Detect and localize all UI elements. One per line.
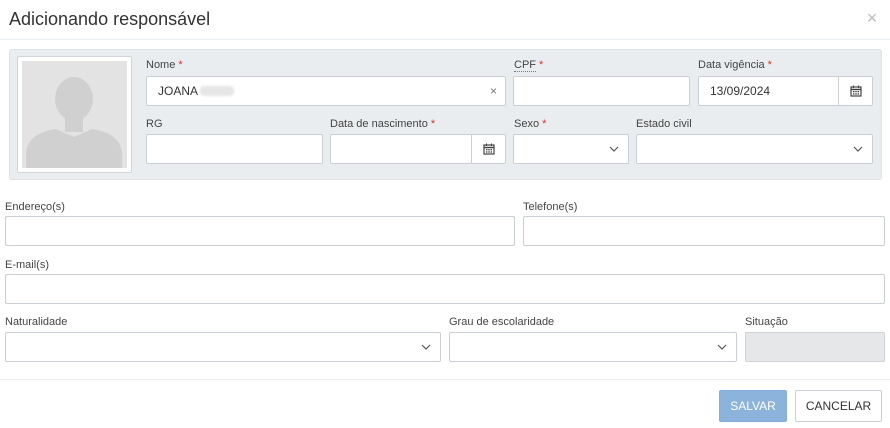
email-label: E-mail(s) <box>5 259 49 271</box>
naturalidade-label: Naturalidade <box>5 316 68 328</box>
footer-divider <box>0 379 890 380</box>
data-vigencia-value: 13/09/2024 <box>710 84 771 98</box>
required-marker: * <box>178 59 183 71</box>
estado-civil-label: Estado civil <box>636 118 692 130</box>
required-marker: * <box>430 118 436 130</box>
data-vigencia-label: Data vigência * <box>698 59 772 71</box>
sexo-label: Sexo * <box>514 118 547 130</box>
endereco-label: Endereço(s) <box>5 201 65 213</box>
data-vigencia-input[interactable]: 13/09/2024 <box>698 76 873 106</box>
avatar-placeholder-icon <box>22 61 127 168</box>
header-divider <box>0 39 890 40</box>
cpf-input[interactable] <box>513 76 690 106</box>
situacao-input <box>745 332 885 362</box>
telefone-label: Telefone(s) <box>523 201 578 213</box>
required-marker: * <box>542 118 547 130</box>
rg-label: RG <box>146 118 163 130</box>
nome-value: JOANA <box>158 84 199 98</box>
redacted-text <box>200 86 235 96</box>
calendar-icon[interactable] <box>471 135 505 163</box>
endereco-input[interactable] <box>5 216 515 246</box>
situacao-label: Situação <box>745 316 788 328</box>
clear-icon[interactable]: × <box>490 77 497 105</box>
required-marker: * <box>767 59 772 71</box>
cpf-label: CPF * <box>514 59 544 72</box>
close-icon[interactable]: × <box>864 9 880 27</box>
nome-input[interactable]: JOANA × <box>146 76 506 106</box>
photo-frame[interactable] <box>17 56 132 173</box>
calendar-icon[interactable] <box>838 77 872 105</box>
estado-civil-select[interactable] <box>636 134 873 164</box>
data-nascimento-input[interactable] <box>330 134 506 164</box>
chevron-down-icon <box>421 344 431 350</box>
naturalidade-select[interactable] <box>5 332 441 362</box>
email-input[interactable] <box>5 274 885 304</box>
dialog-title: Adicionando responsável <box>9 9 211 29</box>
cancel-button[interactable]: CANCELAR <box>795 390 882 422</box>
required-marker: * <box>539 59 544 71</box>
nome-label: Nome * <box>146 59 183 71</box>
chevron-down-icon <box>717 344 727 350</box>
save-button[interactable]: SALVAR <box>719 390 787 422</box>
chevron-down-icon <box>609 146 619 152</box>
grau-escolaridade-select[interactable] <box>449 332 737 362</box>
chevron-down-icon <box>853 146 863 152</box>
telefone-input[interactable] <box>523 216 885 246</box>
sexo-select[interactable] <box>513 134 629 164</box>
grau-escolaridade-label: Grau de escolaridade <box>449 316 555 328</box>
data-nascimento-label: Data de nascimento * <box>330 118 436 130</box>
rg-input[interactable] <box>146 134 323 164</box>
